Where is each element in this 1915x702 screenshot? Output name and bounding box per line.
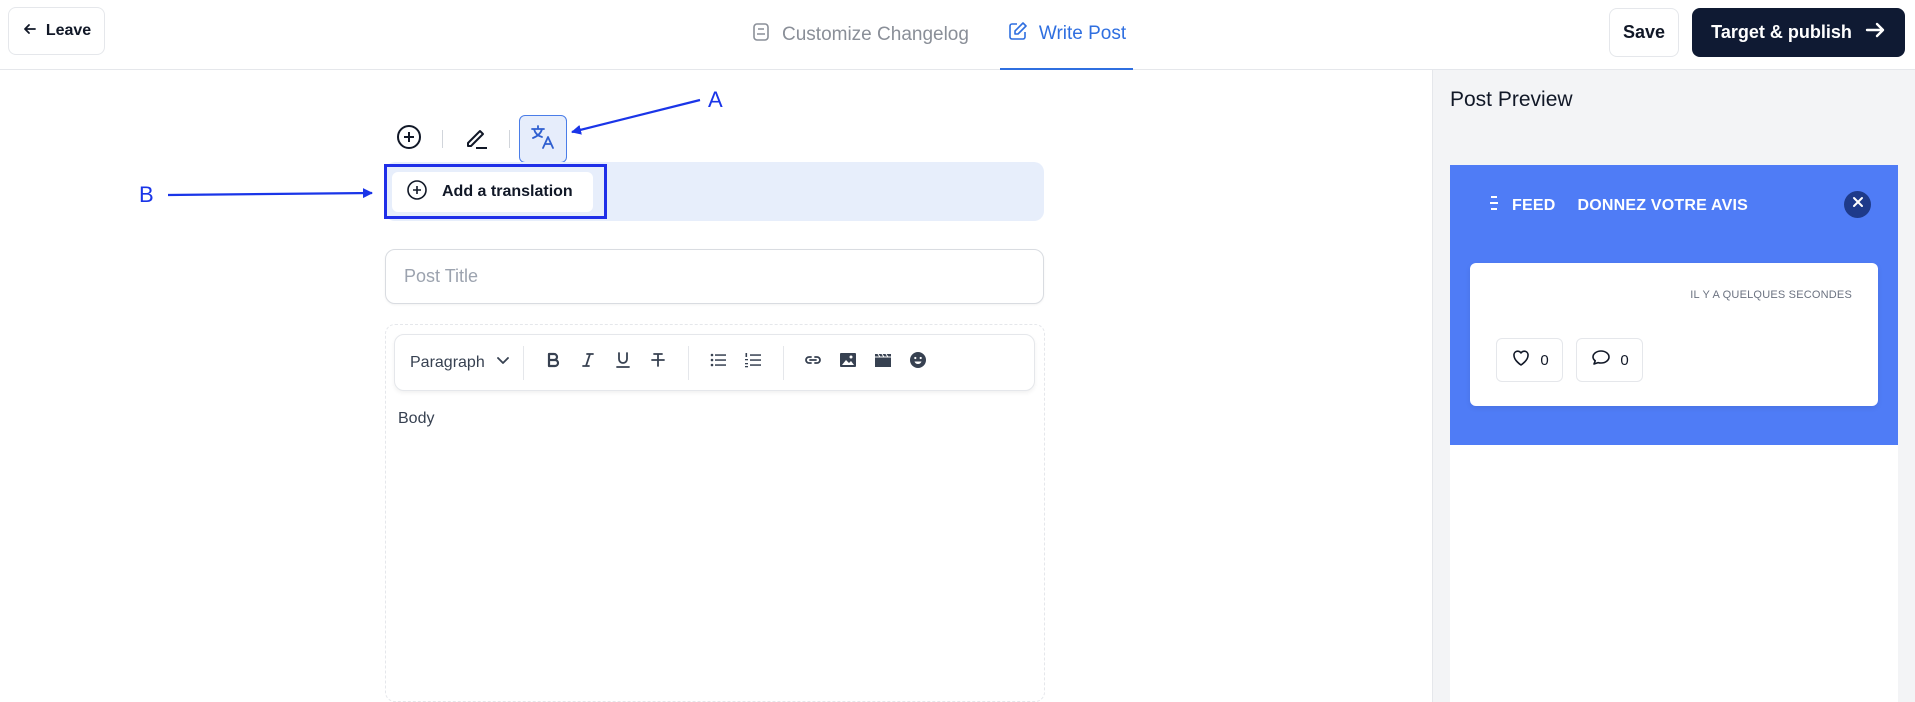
underline-button[interactable] [606, 345, 641, 380]
close-icon [1851, 195, 1865, 214]
preview-title: Post Preview [1450, 88, 1573, 111]
preview-post-card: IL Y A QUELQUES SECONDES 0 0 [1470, 263, 1878, 406]
changelog-icon [750, 21, 772, 49]
tab-label: Customize Changelog [782, 24, 969, 45]
edit-icon [1007, 20, 1029, 48]
like-count: 0 [1540, 351, 1549, 369]
divider [687, 345, 689, 380]
strikethrough-button[interactable] [641, 345, 676, 380]
translate-button[interactable] [519, 115, 567, 163]
bullet-list-icon [708, 350, 728, 375]
divider [509, 130, 510, 148]
annotation-label-b: B [139, 182, 154, 207]
underline-icon [613, 350, 633, 375]
target-publish-button[interactable]: Target & publish [1692, 8, 1905, 57]
divider [442, 130, 443, 148]
annotation-highlight-box [384, 164, 607, 219]
numbered-list-button[interactable] [736, 345, 771, 380]
leave-label: Leave [45, 22, 92, 39]
nav-feedback-label: DONNEZ VOTRE AVIS [1577, 196, 1749, 214]
video-icon [873, 350, 893, 375]
arrow-a [571, 98, 701, 135]
bold-button[interactable] [536, 345, 571, 380]
plus-circle-icon [395, 123, 423, 156]
pen-icon [462, 123, 490, 156]
save-button[interactable]: Save [1609, 8, 1679, 57]
tab-customize-changelog[interactable]: Customize Changelog [750, 0, 969, 70]
tab-label: Write Post [1038, 23, 1127, 44]
bullet-list-button[interactable] [701, 345, 736, 380]
video-button[interactable] [866, 345, 901, 380]
leave-button[interactable]: Leave [8, 7, 105, 55]
heart-icon [1510, 347, 1532, 373]
publish-label: Target & publish [1711, 22, 1852, 42]
comment-button[interactable]: 0 [1576, 338, 1643, 382]
widget-header: FEED DONNEZ VOTRE AVIS IL Y A QUELQUES S… [1450, 165, 1898, 445]
bold-icon [543, 350, 563, 375]
nav-feed[interactable]: FEED [1488, 195, 1555, 216]
nav-feedback[interactable]: DONNEZ VOTRE AVIS [1577, 197, 1748, 215]
post-title-input[interactable] [385, 249, 1044, 304]
numbered-list-icon [743, 350, 763, 375]
comment-count: 0 [1620, 351, 1629, 369]
italic-icon [578, 350, 598, 375]
format-toolbar: Paragraph [394, 334, 1035, 391]
widget-close-button[interactable] [1844, 191, 1871, 218]
image-icon [838, 350, 858, 375]
image-button[interactable] [831, 345, 866, 380]
translate-icon [529, 123, 557, 156]
annotation-label-a: A [708, 87, 723, 112]
chevron-down-icon [495, 352, 511, 373]
emoji-button[interactable] [901, 345, 936, 380]
body-placeholder[interactable]: Body [398, 410, 434, 428]
link-icon [803, 350, 823, 375]
divider [782, 345, 784, 380]
arrow-b [167, 188, 373, 199]
paragraph-select[interactable]: Paragraph [410, 352, 511, 373]
strikethrough-icon [648, 350, 668, 375]
add-block-button[interactable] [385, 115, 433, 163]
editor-mode-toolbar [385, 115, 567, 163]
menu-icon [1488, 195, 1500, 216]
comment-icon [1590, 347, 1612, 373]
paragraph-select-label: Paragraph [410, 353, 485, 371]
divider [522, 345, 524, 380]
widget-nav: FEED DONNEZ VOTRE AVIS [1488, 195, 1748, 216]
top-bar: Leave Customize Changelog Write Post Sav… [0, 0, 1915, 70]
emoji-icon [908, 350, 928, 375]
arrow-left-icon [22, 21, 38, 42]
italic-button[interactable] [571, 345, 606, 380]
nav-feed-label: FEED [1512, 196, 1556, 214]
preview-widget: FEED DONNEZ VOTRE AVIS IL Y A QUELQUES S… [1450, 165, 1898, 702]
arrow-right-icon [1864, 19, 1886, 46]
post-timestamp: IL Y A QUELQUES SECONDES [1690, 289, 1852, 301]
tab-write-post[interactable]: Write Post [1000, 0, 1133, 70]
edit-mode-button[interactable] [452, 115, 500, 163]
like-button[interactable]: 0 [1496, 338, 1563, 382]
link-button[interactable] [796, 345, 831, 380]
